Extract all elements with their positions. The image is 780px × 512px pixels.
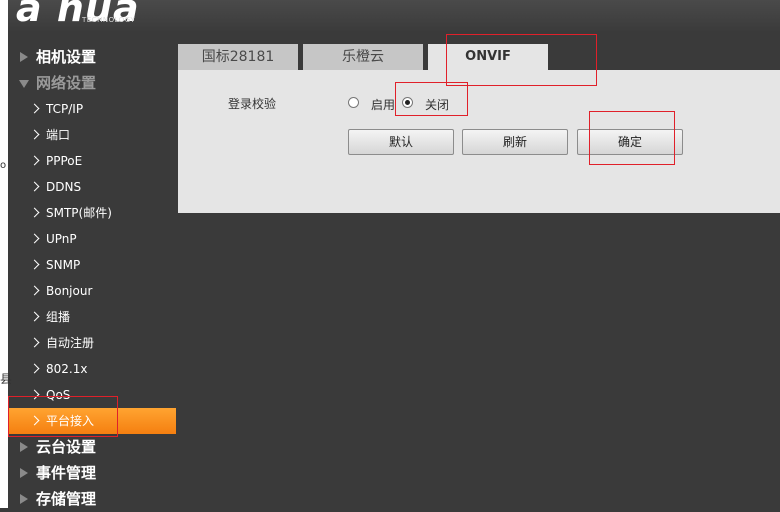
sidebar-item-pppoe[interactable]: PPPoE <box>8 148 178 174</box>
sidebar-item-label: 自动注册 <box>46 336 95 350</box>
sidebar-item-label: TCP/IP <box>46 102 84 116</box>
expand-triangle-icon <box>20 52 28 62</box>
chevron-right-icon <box>29 259 40 270</box>
sidebar-item-label: SNMP <box>46 258 81 272</box>
enable-option-label: 启用 <box>371 98 396 112</box>
sidebar-item-auto-register[interactable]: 自动注册 <box>8 330 178 356</box>
sidebar-category-storage[interactable]: 存储管理 <box>8 486 178 512</box>
chevron-right-icon <box>29 103 40 114</box>
chevron-right-icon <box>29 311 40 322</box>
sidebar-item-label: 组播 <box>46 310 71 324</box>
chevron-right-icon <box>29 233 40 244</box>
sidebar-category-label: 存储管理 <box>36 490 97 508</box>
sidebar-category-label: 云台设置 <box>36 438 97 456</box>
highlight-box-confirm-button <box>589 111 675 165</box>
brand-logo: a hua <box>16 0 140 30</box>
left-window-edge: o 县 <box>0 0 12 508</box>
sidebar-item-8021x[interactable]: 802.1x <box>8 356 178 382</box>
sidebar-item-port[interactable]: 端口 <box>8 122 178 148</box>
login-check-label: 登录校验 <box>228 97 277 111</box>
sidebar-category-events[interactable]: 事件管理 <box>8 460 178 486</box>
login-check-enable-radio[interactable] <box>348 97 359 108</box>
sidebar-item-multicast[interactable]: 组播 <box>8 304 178 330</box>
default-button-label: 默认 <box>388 135 413 149</box>
tab-label: 乐橙云 <box>342 49 384 65</box>
sidebar-category-camera[interactable]: 相机设置 <box>8 44 178 70</box>
top-header-bar: a hua TECHNOLOGY <box>0 0 780 31</box>
sidebar-item-label: DDNS <box>46 180 82 194</box>
sidebar-item-smtp[interactable]: SMTP(邮件) <box>8 200 178 226</box>
tab-gb28181[interactable]: 国标28181 <box>178 44 298 70</box>
sidebar-category-ptz[interactable]: 云台设置 <box>8 434 178 460</box>
sidebar-item-label: SMTP(邮件) <box>46 206 112 220</box>
left-edge-fragment-1: o <box>0 160 7 171</box>
default-button[interactable]: 默认 <box>348 129 454 155</box>
chevron-right-icon <box>29 207 40 218</box>
sidebar-item-ddns[interactable]: DDNS <box>8 174 178 200</box>
expand-triangle-icon <box>20 468 28 478</box>
sidebar-category-label: 事件管理 <box>36 464 97 482</box>
sidebar-item-label: UPnP <box>46 232 77 246</box>
tab-lechange-cloud[interactable]: 乐橙云 <box>303 44 423 70</box>
highlight-box-close-option <box>395 82 468 116</box>
collapse-triangle-icon <box>19 80 29 88</box>
refresh-button[interactable]: 刷新 <box>462 129 568 155</box>
sidebar-menu: 相机设置 网络设置 TCP/IP 端口 PPPoE DDNS SMTP(邮件) … <box>8 44 178 512</box>
sidebar-item-tcpip[interactable]: TCP/IP <box>8 96 178 122</box>
sidebar-category-label: 网络设置 <box>36 74 97 92</box>
chevron-right-icon <box>29 155 40 166</box>
sidebar-item-label: Bonjour <box>46 284 93 298</box>
sidebar-item-upnp[interactable]: UPnP <box>8 226 178 252</box>
chevron-right-icon <box>29 337 40 348</box>
sidebar-item-label: 802.1x <box>46 362 88 376</box>
sidebar-item-label: 端口 <box>46 128 71 142</box>
sidebar-category-label: 相机设置 <box>36 48 97 66</box>
sidebar-category-network[interactable]: 网络设置 <box>8 70 178 96</box>
expand-triangle-icon <box>20 442 28 452</box>
sidebar-item-snmp[interactable]: SNMP <box>8 252 178 278</box>
chevron-right-icon <box>29 285 40 296</box>
chevron-right-icon <box>29 181 40 192</box>
chevron-right-icon <box>29 129 40 140</box>
highlight-box-onvif-tab <box>446 34 597 86</box>
brand-logo-subtitle: TECHNOLOGY <box>82 16 136 24</box>
chevron-right-icon <box>29 363 40 374</box>
sidebar-item-label: PPPoE <box>46 154 83 168</box>
tab-label: 国标28181 <box>201 49 275 65</box>
highlight-box-platform-access <box>8 396 118 437</box>
expand-triangle-icon <box>20 494 28 504</box>
sidebar-item-bonjour[interactable]: Bonjour <box>8 278 178 304</box>
refresh-button-label: 刷新 <box>502 135 527 149</box>
